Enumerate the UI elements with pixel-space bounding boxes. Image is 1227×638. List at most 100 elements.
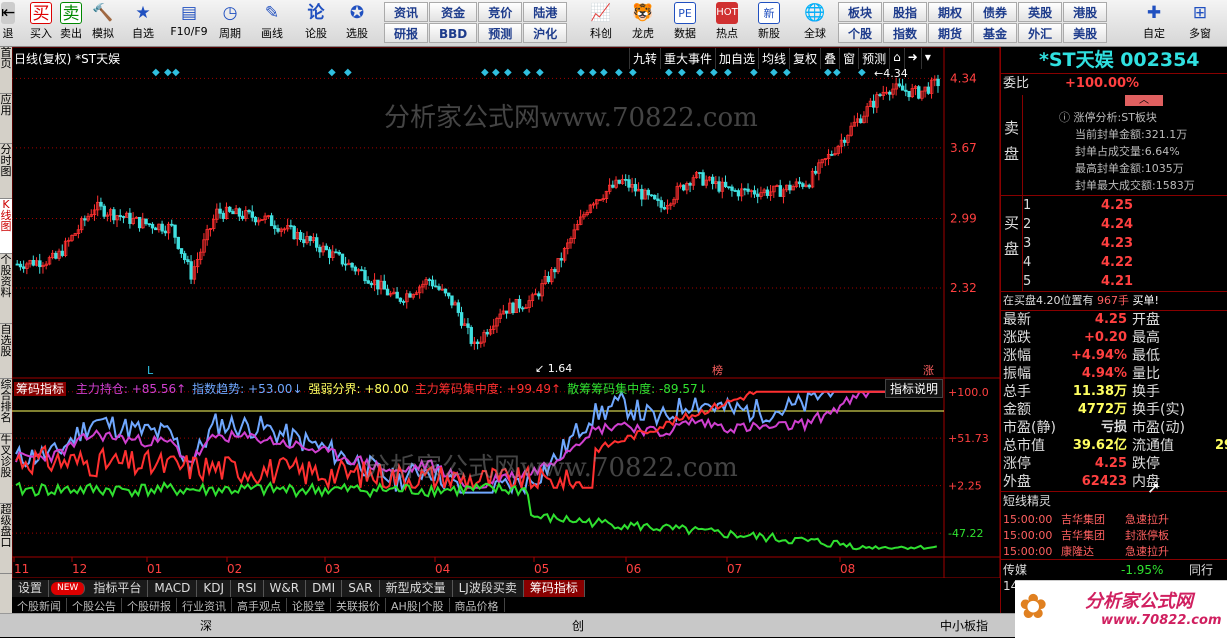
sh-chem-button[interactable]: 沪化 — [523, 23, 568, 43]
buy-level-price[interactable]: 4.24 — [1101, 216, 1133, 234]
buy-button[interactable]: 买买入 — [26, 2, 56, 44]
indicator-tab[interactable]: 指标平台 — [87, 580, 149, 597]
indicator-help-button[interactable]: 指标说明 — [885, 379, 944, 398]
uk-stocks-button[interactable]: 英股 — [1018, 2, 1063, 22]
indicator-tab[interactable]: DMI — [306, 580, 343, 597]
buy-level-price[interactable]: 4.25 — [1101, 197, 1133, 215]
index-button[interactable]: 指数 — [883, 23, 928, 43]
buy-level-price[interactable]: 4.21 — [1101, 273, 1133, 291]
tab-watchlist[interactable]: 自选股 — [0, 324, 12, 379]
period-button[interactable]: ◷ 周期 — [215, 2, 245, 44]
news-tab[interactable]: AH股|个股 — [386, 598, 450, 612]
news-tab[interactable]: 个股新闻 — [12, 598, 67, 612]
fund-button[interactable]: 资金 — [429, 2, 478, 22]
event-diamond-icon[interactable]: ◆ — [481, 67, 489, 78]
bbd-button[interactable]: BBD — [429, 23, 478, 43]
event-diamond-icon[interactable]: ◆ — [344, 67, 352, 78]
sci-button[interactable]: 📈 科创 — [584, 2, 618, 44]
event-diamond-icon[interactable]: ◆ — [152, 67, 160, 78]
dragon-tiger-button[interactable]: 🐯 龙虎 — [626, 2, 660, 44]
stock-button[interactable]: 个股 — [838, 23, 883, 43]
simulate-button[interactable]: 🔨 模拟 — [88, 2, 118, 44]
tab-apps[interactable]: 应用 — [0, 94, 12, 144]
forecast-button[interactable]: 预测 — [478, 23, 523, 43]
kline-chart-area[interactable]: 4.34 3.67 2.99 2.32 ◆ ◆ ◆ ◆ ◆ ◆ ◆ ◆ ◆ ◆ ◆ ◆ ◆ ◆ ◆ ◆ ◆ ◆ ◆ ◆ ◆ ◆ ◆ ◆… — [12, 47, 1000, 578]
event-diamond-icon[interactable]: ◆ — [328, 67, 336, 78]
custom-button[interactable]: ✚ 自定 — [1136, 2, 1172, 44]
stock-index-button[interactable]: 股指 — [883, 2, 928, 22]
tab-kline[interactable]: K线图 — [0, 199, 12, 254]
indicator-tab[interactable]: KDJ — [197, 580, 231, 597]
forecast-chart-button[interactable]: 预测 — [858, 48, 889, 69]
sell-button[interactable]: 卖卖出 — [56, 2, 86, 44]
window-button[interactable]: 窗 — [839, 48, 858, 69]
global-button[interactable]: 🌐 全球 — [797, 2, 833, 44]
collapse-icon[interactable]: ︿ — [1125, 95, 1163, 106]
buy-level-price[interactable]: 4.22 — [1101, 254, 1133, 272]
dropdown-icon[interactable]: ▾ — [920, 48, 934, 69]
futures-button[interactable]: 期货 — [928, 23, 973, 43]
event-diamond-icon[interactable]: ◆ — [600, 67, 608, 78]
ipo-button[interactable]: 新新股 — [752, 2, 786, 44]
event-diamond-icon[interactable]: ◆ — [615, 67, 623, 78]
buy-level-price[interactable]: 4.23 — [1101, 235, 1133, 253]
event-diamond-icon[interactable]: ◆ — [536, 67, 544, 78]
indicator-tab[interactable]: NEW — [51, 582, 86, 595]
indicator-tab[interactable]: W&R — [264, 580, 307, 597]
major-events-button[interactable]: 重大事件 — [660, 48, 715, 69]
hot-button[interactable]: HOT 热点 — [710, 2, 744, 44]
moving-average-button[interactable]: 均线 — [758, 48, 789, 69]
event-diamond-icon[interactable]: ◆ — [577, 67, 585, 78]
event-diamond-icon[interactable]: ◆ — [523, 67, 531, 78]
overlay-button[interactable]: 叠 — [820, 48, 839, 69]
research-button[interactable]: 研报 — [384, 23, 429, 43]
tab-diagnosis[interactable]: 牛叉诊股 — [0, 434, 12, 504]
hk-connect-button[interactable]: 陆港 — [523, 2, 568, 22]
news-tab[interactable]: 高手观点 — [232, 598, 287, 612]
status-chuang[interactable]: 创 — [572, 617, 584, 634]
news-tab[interactable]: 个股研报 — [122, 598, 177, 612]
tab-profile[interactable]: 个股资料 — [0, 254, 12, 324]
news-tab[interactable]: 行业资讯 — [177, 598, 232, 612]
adjust-button[interactable]: 复权 — [789, 48, 820, 69]
indicator-tab[interactable]: LJ波段买卖 — [453, 580, 524, 597]
indicator-tab[interactable]: 筹码指标 — [523, 580, 585, 597]
add-watchlist-button[interactable]: 加自选 — [715, 48, 758, 69]
watchlist-button[interactable]: ★ 自选 — [128, 2, 158, 44]
status-shenzhen[interactable]: 深 — [200, 617, 212, 634]
news-button[interactable]: 资讯 — [384, 2, 429, 22]
options-button[interactable]: 期权 — [928, 2, 973, 22]
nine-turn-button[interactable]: 九转 — [629, 48, 660, 69]
bonds-button[interactable]: 债券 — [973, 2, 1018, 22]
lock-icon[interactable]: ⌂ — [889, 48, 904, 69]
tab-intraday[interactable]: 分时图 — [0, 144, 12, 199]
news-tab[interactable]: 商品价格 — [450, 598, 505, 612]
event-diamond-icon[interactable]: ◆ — [164, 67, 172, 78]
arrow-right-icon[interactable]: ➜ — [903, 48, 921, 69]
event-diamond-icon[interactable]: ◆ — [589, 67, 597, 78]
event-diamond-icon[interactable]: ◆ — [504, 67, 512, 78]
status-sme-index[interactable]: 中小板指 — [940, 617, 988, 634]
us-stocks-button[interactable]: 美股 — [1063, 23, 1108, 43]
stock-select-button[interactable]: ✪ 选股 — [342, 2, 372, 44]
indicator-tab[interactable]: MACD — [148, 580, 198, 597]
draw-line-button[interactable]: ✎ 画线 — [257, 2, 287, 44]
sector-button[interactable]: 板块 — [838, 2, 883, 22]
event-diamond-icon[interactable]: ◆ — [172, 67, 180, 78]
forex-button[interactable]: 外汇 — [1018, 23, 1063, 43]
tab-order-book[interactable]: 超级盘口 — [0, 504, 12, 574]
indicator-tab[interactable]: RSI — [231, 580, 264, 597]
news-tab[interactable]: 关联报价 — [331, 598, 386, 612]
news-tab[interactable]: 论股堂 — [287, 598, 331, 612]
indicator-tab[interactable]: 新型成交量 — [380, 580, 453, 597]
auction-button[interactable]: 竞价 — [478, 2, 523, 22]
tab-ranking[interactable]: 综合排名 — [0, 379, 12, 434]
exit-button[interactable]: ⇤ 退 — [0, 2, 16, 44]
hk-stocks-button[interactable]: 港股 — [1063, 2, 1108, 22]
indicator-tab[interactable]: 设置 — [12, 580, 50, 597]
data-button[interactable]: PE 数据 — [668, 2, 702, 44]
multi-window-button[interactable]: ⊞ 多窗 — [1182, 2, 1218, 44]
tab-home[interactable]: 首页 — [0, 47, 12, 94]
indicator-tab[interactable]: SAR — [342, 580, 380, 597]
funds-button[interactable]: 基金 — [973, 23, 1018, 43]
